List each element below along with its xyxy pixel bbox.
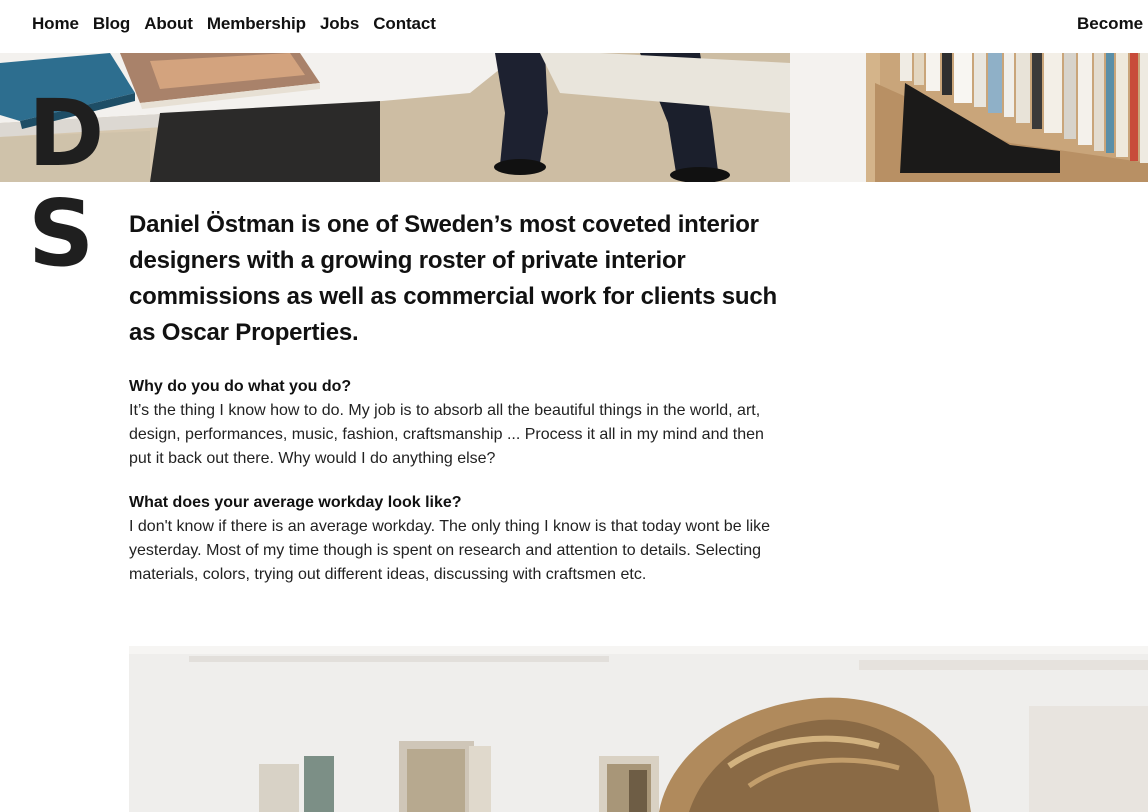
qa-block: Why do you do what you do? It’s the thin… xyxy=(129,375,779,471)
nav-link-jobs[interactable]: Jobs xyxy=(320,14,359,34)
portrait-photo xyxy=(129,646,1148,812)
initial-letter-last: S xyxy=(28,180,94,287)
nav-link-about[interactable]: About xyxy=(144,14,193,34)
nav-link-contact[interactable]: Contact xyxy=(373,14,436,34)
main-nav: Home Blog About Membership Jobs Contact xyxy=(32,14,436,34)
nav-link-membership[interactable]: Membership xyxy=(207,14,306,34)
qa-block: What does your average workday look like… xyxy=(129,491,779,587)
hero-photo xyxy=(0,53,1148,182)
qa-answer: I don't know if there is an average work… xyxy=(129,518,771,583)
qa-question: Why do you do what you do? xyxy=(129,378,352,395)
become-member-link[interactable]: Become a xyxy=(1077,14,1148,34)
interview-article: Daniel Östman is one of Sweden’s most co… xyxy=(129,207,779,587)
qa-answer: It’s the thing I know how to do. My job … xyxy=(129,402,764,467)
portrait-photo-illustration xyxy=(129,646,1148,812)
nav-link-home[interactable]: Home xyxy=(32,14,79,34)
top-navigation-bar: Home Blog About Membership Jobs Contact … xyxy=(0,0,1148,53)
article-lede: Daniel Östman is one of Sweden’s most co… xyxy=(129,211,777,346)
hero-photo-illustration xyxy=(0,53,1148,182)
nav-link-blog[interactable]: Blog xyxy=(93,14,130,34)
initial-letter-first: D xyxy=(28,80,104,187)
qa-question: What does your average workday look like… xyxy=(129,494,462,511)
